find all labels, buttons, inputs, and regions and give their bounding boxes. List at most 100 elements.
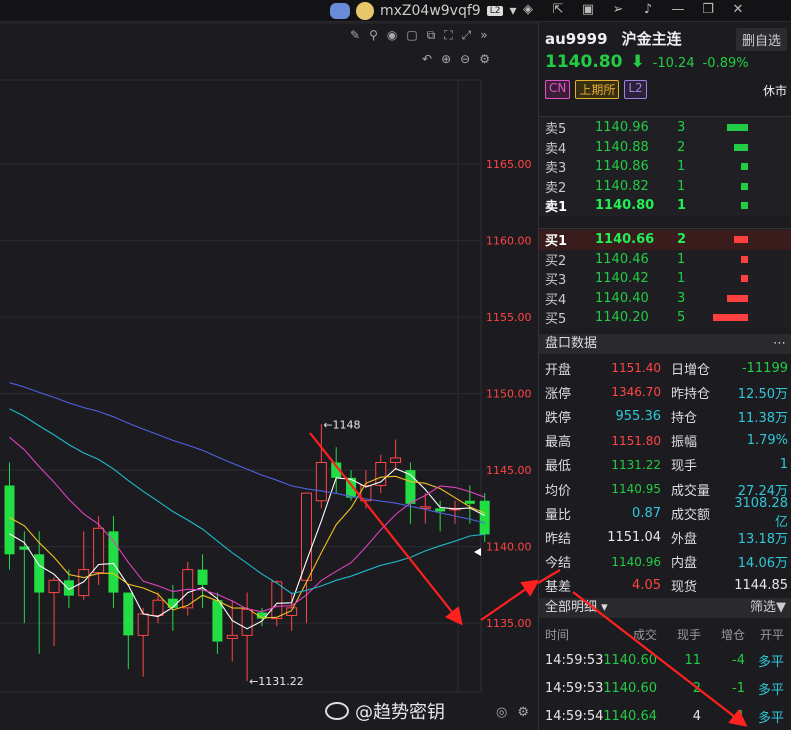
chevron-down-icon[interactable]: ▾ <box>601 600 608 615</box>
bell-icon[interactable]: ♪ <box>640 2 656 17</box>
volume-bar <box>727 294 748 302</box>
settings-icon[interactable]: ⚙ <box>479 52 490 66</box>
level-volume: 1 <box>677 198 687 214</box>
collapse-right-icon[interactable]: » <box>480 28 487 43</box>
ask-book: 卖5 1140.96 3 卖4 1140.88 2 卖3 1140.86 1 卖2 1140.82 1… <box>539 116 791 216</box>
candle-body <box>419 506 431 509</box>
trade-row[interactable]: 14:59:54 1140.64 4 -1 多平 <box>539 702 791 730</box>
bid-level-2[interactable]: 买2 1140.46 1 <box>539 250 791 270</box>
candle-body <box>123 592 134 636</box>
stat-value: 1 <box>779 457 788 473</box>
gear-icon[interactable]: ⚙ <box>517 705 529 720</box>
layers-icon[interactable]: ◈ <box>520 2 536 17</box>
level-label: 卖3 <box>545 161 567 177</box>
annotation-arrow <box>480 579 538 621</box>
stat-value: 12.50万 <box>737 386 788 402</box>
stat-value: 4.05 <box>632 578 661 594</box>
volume-bar <box>734 143 748 151</box>
camera-icon[interactable]: ▢ <box>406 28 417 43</box>
stat-label: 跌停 <box>545 410 572 426</box>
zoom-in-icon[interactable]: ⊕ <box>441 52 451 66</box>
watermark-text: @趋势密钥 <box>355 702 445 723</box>
bid-level-5[interactable]: 买5 1140.20 5 <box>539 308 791 328</box>
minimize-icon[interactable]: — <box>670 2 686 17</box>
level-label: 买3 <box>545 273 567 289</box>
level-price: 1140.96 <box>595 120 649 136</box>
kline-chart[interactable]: 1165.00 1160.00 1155.00 1150.00 1145.00 1140.… <box>0 22 538 730</box>
candle-body <box>435 508 446 512</box>
video-icon[interactable]: ▣ <box>580 2 596 17</box>
level-label: 卖2 <box>545 180 567 196</box>
level-volume: 2 <box>677 232 687 248</box>
stat-value: 3108.28亿 <box>734 496 788 531</box>
export-icon[interactable]: ⇱ <box>550 2 566 17</box>
stat-value: 1151.80 <box>611 433 661 448</box>
stat-value: 1131.22 <box>611 457 661 472</box>
stat-label: 振幅 <box>671 435 698 451</box>
level-label: 卖4 <box>545 141 567 157</box>
undo-icon[interactable]: ↶ <box>422 52 432 66</box>
level-label: 买4 <box>545 292 567 308</box>
filter-button[interactable]: 筛选▼ <box>750 598 786 618</box>
chevron-down-icon[interactable]: ▾ <box>509 3 516 19</box>
pen-icon[interactable]: ✎ <box>350 28 360 43</box>
candle-body <box>390 457 402 464</box>
restore-icon[interactable]: ❐ <box>700 2 716 17</box>
stat-value: 0.87 <box>632 505 661 521</box>
zoom-out-icon[interactable]: ⊖ <box>460 52 470 66</box>
trades-header[interactable]: 全部明细 ▾ 筛选▼ <box>539 598 791 618</box>
volume-bar <box>727 124 748 132</box>
stat-label: 现货 <box>671 580 698 596</box>
volume-bar <box>741 202 748 210</box>
candle-body <box>93 527 105 574</box>
pin-icon[interactable]: ⚲ <box>369 28 378 43</box>
more-icon[interactable]: ⋯ <box>773 334 786 354</box>
ask-level-5[interactable]: 卖1 1140.80 1 <box>539 196 791 216</box>
avatar[interactable] <box>356 2 374 20</box>
close-icon[interactable]: ✕ <box>730 2 746 17</box>
level-label: 卖1 <box>545 200 568 216</box>
level-volume: 1 <box>677 178 686 194</box>
trade-row[interactable]: 14:59:53 1140.60 2 -1 多平 <box>539 674 791 702</box>
stat-value: 1140.95 <box>611 482 661 497</box>
level-volume: 1 <box>677 159 686 175</box>
volume-bar <box>741 255 748 263</box>
candle-body <box>315 462 327 502</box>
stat-value: 955.36 <box>615 408 662 424</box>
trade-row[interactable]: 14:59:53 1140.60 11 -4 多平 <box>539 646 791 674</box>
stat-value: 1151.04 <box>607 529 661 545</box>
y-tick-label: 1140.00 <box>486 541 532 554</box>
stat-label: 现手 <box>671 459 698 475</box>
fullscreen-icon[interactable]: ⛶ <box>444 28 452 43</box>
bid-level-3[interactable]: 买3 1140.42 1 <box>539 269 791 289</box>
username[interactable]: mxZ04w9vqf9 <box>380 3 481 19</box>
symbol-name: 沪金主连 <box>621 30 682 48</box>
trade-price: 1140.60 <box>603 680 657 696</box>
expand-icon[interactable]: ⤢ <box>462 28 472 43</box>
stat-value: 14.06万 <box>737 556 788 572</box>
robot-icon[interactable] <box>330 3 350 19</box>
tag-cn: CN <box>545 80 571 99</box>
target-icon[interactable]: ◎ <box>496 705 507 720</box>
ask-level-2[interactable]: 卖4 1140.88 2 <box>539 138 791 158</box>
stat-value: 11.38万 <box>737 410 788 426</box>
level-label: 买2 <box>545 253 567 269</box>
copy-icon[interactable]: ⧉ <box>427 28 436 43</box>
level-price: 1140.86 <box>595 159 649 175</box>
ask-level-1[interactable]: 卖5 1140.96 3 <box>539 118 791 138</box>
eye-icon[interactable]: ◉ <box>387 28 397 43</box>
last-price: 1140.80 <box>545 52 623 72</box>
price-change: -10.24 <box>652 56 695 71</box>
send-icon[interactable]: ➢ <box>610 2 626 17</box>
market-status: 休市 <box>762 84 787 98</box>
level-volume: 5 <box>677 310 686 326</box>
remove-watchlist-button[interactable]: 删自选 <box>735 28 787 51</box>
bid-level-1[interactable]: 买1 1140.66 2 <box>539 230 791 250</box>
stat-value: 1151.40 <box>611 361 661 376</box>
bid-level-4[interactable]: 买4 1140.40 3 <box>539 289 791 309</box>
ask-level-3[interactable]: 卖3 1140.86 1 <box>539 157 791 177</box>
chart-canvas[interactable]: 1165.00 1160.00 1155.00 1150.00 1145.00 1140.… <box>0 22 538 730</box>
ask-level-4[interactable]: 卖2 1140.82 1 <box>539 177 791 197</box>
user-info[interactable]: mxZ04w9vqf9 L2 ▾ <box>330 2 516 20</box>
stat-row: 昨结 1151.04 外盘 13.18万 <box>539 525 791 549</box>
